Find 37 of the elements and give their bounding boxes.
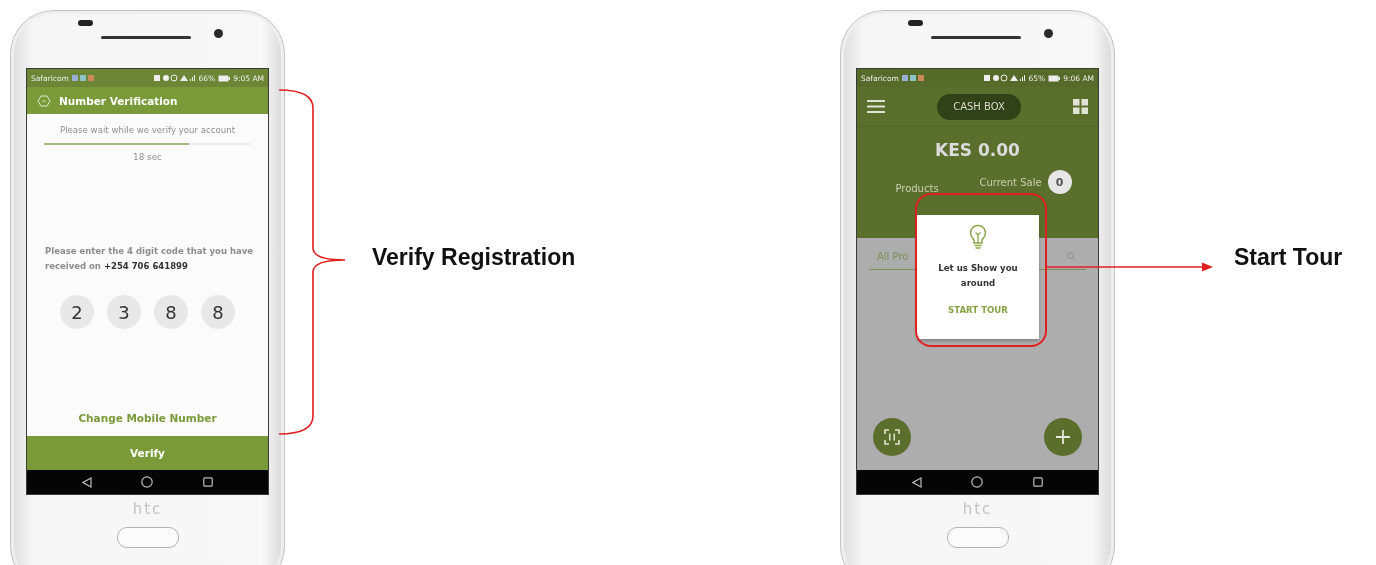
- cash-box-button[interactable]: CASH BOX: [937, 93, 1021, 120]
- scan-icon: [884, 429, 900, 445]
- screen-title: Number Verification: [59, 94, 178, 107]
- annotation-label: Verify Registration: [372, 244, 576, 271]
- plus-icon: [1056, 430, 1070, 444]
- recents-icon[interactable]: [203, 477, 214, 487]
- status-icons-drawing: [153, 74, 196, 82]
- code-digit[interactable]: 2: [60, 295, 94, 329]
- notification-icons-drawing: [901, 74, 926, 82]
- wait-message: Please wait while we verify your account: [59, 125, 236, 135]
- countdown-timer: 18 sec: [132, 152, 163, 162]
- recents-icon[interactable]: [1033, 477, 1044, 487]
- battery-icon: [1048, 74, 1061, 82]
- grid-icon[interactable]: [1073, 99, 1088, 114]
- count-badge: 0: [1047, 170, 1072, 194]
- menu-icon[interactable]: [867, 100, 885, 113]
- home-icon[interactable]: [971, 476, 984, 488]
- balance-amount: KES 0.00: [934, 140, 1021, 160]
- code-digit[interactable]: 3: [107, 295, 141, 329]
- scan-button[interactable]: [873, 418, 911, 456]
- camera-dot: [214, 29, 223, 38]
- add-button[interactable]: [1044, 418, 1082, 456]
- camera-dot: [1044, 29, 1053, 38]
- instruction-text: Please enter the 4 digit code that you have received on +254 706 641899: [45, 245, 254, 273]
- back-icon[interactable]: [81, 476, 92, 488]
- code-digit[interactable]: 8: [154, 295, 188, 329]
- home-icon[interactable]: [141, 476, 154, 488]
- notification-icons-drawing: [71, 74, 96, 82]
- popup-message: Let us Show you around: [938, 262, 1018, 290]
- annotation-label: Start Tour: [1234, 244, 1343, 271]
- status-icons-drawing: [983, 74, 1026, 82]
- code-digit[interactable]: 8: [201, 295, 235, 329]
- back-icon[interactable]: [911, 476, 922, 488]
- battery-icon: [218, 74, 231, 82]
- tab[interactable]: Products: [895, 183, 939, 194]
- lightbulb-icon: [969, 224, 987, 250]
- tab[interactable]: Current Sale: [979, 176, 1042, 188]
